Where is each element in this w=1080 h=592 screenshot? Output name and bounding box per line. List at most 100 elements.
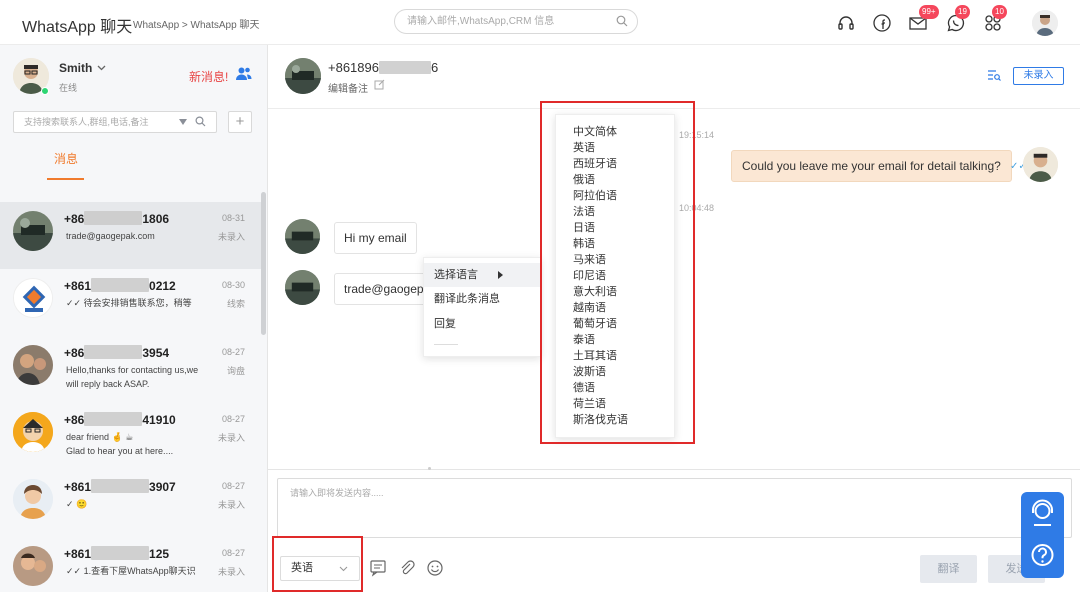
- conversation-date: 08-27: [221, 548, 245, 558]
- language-option[interactable]: 葡萄牙语: [556, 316, 674, 332]
- menu-item-translate-message[interactable]: 翻译此条消息: [424, 287, 542, 311]
- menu-item-label: 选择语言: [434, 269, 478, 281]
- contact-search-input[interactable]: [24, 112, 184, 132]
- outgoing-message[interactable]: Could you leave me your email for detail…: [731, 150, 1012, 182]
- conversation-list: +86 1806 08-31 trade@gaogepak.com 未录入 +86…: [0, 202, 262, 592]
- conversation-item[interactable]: +86 1806 08-31 trade@gaogepak.com 未录入: [0, 202, 262, 269]
- conversation-item[interactable]: +861 3907 08-27 ✓ 🙂 未录入: [0, 470, 262, 537]
- chevron-down-icon[interactable]: [339, 566, 348, 572]
- language-option[interactable]: 俄语: [556, 172, 674, 188]
- contact-avatar-image: [13, 546, 53, 586]
- language-option[interactable]: 泰语: [556, 332, 674, 348]
- breadcrumb[interactable]: WhatsApp > WhatsApp 聊天: [133, 16, 259, 31]
- user-avatar[interactable]: [1032, 10, 1058, 36]
- contact-avatar: [13, 412, 53, 452]
- incoming-avatar-image: [285, 270, 320, 305]
- tab-active-indicator: [47, 178, 84, 180]
- chat-contact-number: +861896 6: [328, 60, 438, 75]
- quick-reply-icon[interactable]: [369, 559, 387, 577]
- language-option[interactable]: 法语: [556, 204, 674, 220]
- profile-status: 在线: [59, 83, 78, 93]
- resize-handle[interactable]: [428, 467, 431, 470]
- language-option[interactable]: 德语: [556, 380, 674, 396]
- conversation-date: 08-30: [221, 280, 245, 290]
- message-input[interactable]: [278, 479, 1071, 537]
- language-option[interactable]: 西班牙语: [556, 156, 674, 172]
- contact-search-icon[interactable]: [195, 116, 206, 127]
- conversation-tag: 未录入: [217, 232, 245, 242]
- conversation-preview: trade@gaogepak.com: [66, 231, 155, 241]
- new-message-alert[interactable]: 新消息!: [189, 68, 228, 85]
- chevron-down-icon[interactable]: [97, 65, 106, 71]
- language-option[interactable]: 日语: [556, 220, 674, 236]
- language-option[interactable]: 越南语: [556, 300, 674, 316]
- language-option[interactable]: 英语: [556, 140, 674, 156]
- menu-item-reply[interactable]: 回复: [424, 312, 542, 336]
- help-icon[interactable]: [1021, 535, 1064, 578]
- incoming-message[interactable]: Hi my email: [334, 222, 417, 254]
- edit-icon[interactable]: [374, 79, 385, 90]
- app-title: WhatsApp 聊天: [22, 19, 133, 36]
- language-option[interactable]: 波斯语: [556, 364, 674, 380]
- conversation-sidebar: Smith 在线 新消息! + 消息 +86 1806 08-31 trade@g…: [0, 45, 268, 592]
- language-submenu: 中文简体 英语 西班牙语 俄语 阿拉伯语 法语 日语 韩语 马来语 印尼语 意大…: [555, 114, 675, 438]
- global-search[interactable]: [394, 9, 638, 34]
- contact-avatar: [13, 278, 53, 318]
- menu-item-select-language[interactable]: 选择语言: [424, 263, 542, 287]
- language-option[interactable]: 意大利语: [556, 284, 674, 300]
- language-option[interactable]: 韩语: [556, 236, 674, 252]
- language-option[interactable]: 土耳其语: [556, 348, 674, 364]
- contact-number: +861 125: [64, 546, 169, 561]
- sidebar-scrollbar[interactable]: [261, 192, 266, 335]
- masked-digits: [378, 61, 431, 74]
- message-context-menu: 选择语言 翻译此条消息 回复: [423, 257, 542, 357]
- floating-support-widget: [1021, 492, 1064, 578]
- global-search-input[interactable]: [407, 10, 607, 33]
- submenu-arrow-icon: [498, 271, 503, 279]
- emoji-icon[interactable]: [426, 559, 444, 577]
- incoming-message[interactable]: trade@gaogepak.com: [334, 273, 430, 305]
- contact-number: +86 1806: [64, 211, 169, 226]
- translate-button[interactable]: 翻译: [920, 555, 977, 583]
- conversation-item[interactable]: +861 0212 08-30 ✓✓ 待会安排销售联系您，稍等 线索: [0, 269, 262, 336]
- masked-digits: [91, 479, 150, 493]
- attachment-icon[interactable]: [398, 559, 416, 577]
- chat-contact-avatar[interactable]: [285, 58, 321, 94]
- message-composer[interactable]: [277, 478, 1072, 538]
- contact-number-prefix: +86: [64, 413, 85, 427]
- contact-number: +861 3907: [64, 479, 176, 494]
- headset-icon[interactable]: [835, 12, 857, 34]
- conversation-date: 08-31: [221, 213, 245, 223]
- apps-badge: 10: [992, 5, 1007, 19]
- contact-number-suffix: 1806: [142, 212, 170, 226]
- contacts-group-icon[interactable]: [235, 66, 252, 81]
- language-option[interactable]: 斯洛伐克语: [556, 412, 674, 428]
- menu-divider: [434, 344, 458, 345]
- masked-digits: [84, 412, 143, 426]
- customer-service-icon[interactable]: [1021, 492, 1064, 535]
- conversation-preview: ✓✓ 1.查看下屋WhatsApp聊天识: [66, 566, 196, 576]
- contact-number-suffix: 41910: [142, 413, 176, 427]
- filter-dropdown-icon[interactable]: [179, 119, 187, 125]
- chat-number-prefix: +861896: [328, 60, 379, 75]
- language-option[interactable]: 中文简体: [556, 124, 674, 140]
- language-option[interactable]: 阿拉伯语: [556, 188, 674, 204]
- language-option[interactable]: 荷兰语: [556, 396, 674, 412]
- facebook-icon[interactable]: [871, 12, 893, 34]
- profile-name[interactable]: Smith: [59, 61, 92, 75]
- edit-note-label[interactable]: 编辑备注: [328, 80, 368, 95]
- tab-messages[interactable]: 消息: [54, 150, 78, 167]
- conversation-item[interactable]: +861 125 08-27 ✓✓ 1.查看下屋WhatsApp聊天识 未录入: [0, 537, 262, 592]
- conversation-tag: 未录入: [217, 433, 245, 443]
- conversation-item[interactable]: +86 3954 08-27 Hello,thanks for contactin…: [0, 336, 262, 403]
- language-option[interactable]: 马来语: [556, 252, 674, 268]
- translate-language-select[interactable]: 英语: [280, 556, 360, 581]
- contact-avatar: [13, 479, 53, 519]
- search-icon[interactable]: [616, 15, 628, 27]
- unrecorded-button[interactable]: 未录入: [1013, 67, 1064, 85]
- language-option[interactable]: 印尼语: [556, 268, 674, 284]
- add-contact-button[interactable]: +: [228, 111, 252, 133]
- details-list-icon[interactable]: [987, 69, 1001, 81]
- top-header: WhatsApp 聊天 WhatsApp > WhatsApp 聊天 99+ 1…: [0, 0, 1080, 45]
- conversation-item[interactable]: +86 41910 08-27 dear friend 🤞 ☕ Glad to h…: [0, 403, 262, 470]
